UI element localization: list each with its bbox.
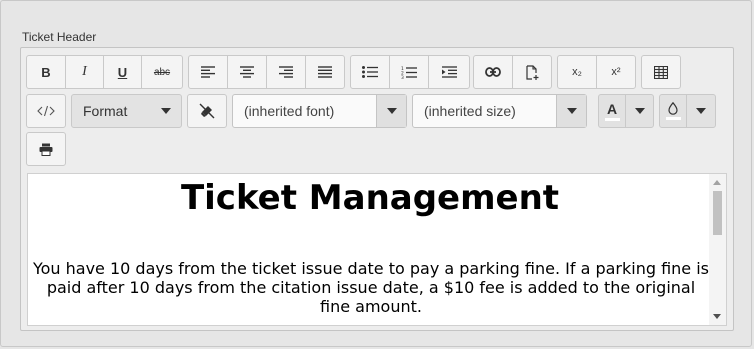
field-label: Ticket Header [22,30,97,44]
align-center-button[interactable] [227,55,267,89]
editor-content-area[interactable]: Ticket Management You have 10 days from … [27,173,727,326]
subscript-button[interactable]: x₂ [557,55,597,89]
chevron-down-icon [386,108,397,114]
font-color-button[interactable]: A [599,95,626,127]
align-left-button[interactable] [188,55,228,89]
font-color-dropdown[interactable] [626,95,653,127]
indent-icon [441,66,457,78]
fill-color-dropdown[interactable] [687,95,714,127]
font-family-dropdown-arrow[interactable] [376,95,406,127]
underline-button[interactable]: U [103,55,142,89]
justify-icon [318,66,332,78]
scroll-down-arrow-icon[interactable] [713,314,721,319]
svg-text:3: 3 [401,75,404,79]
font-size-dropdown-arrow[interactable] [556,95,586,127]
link-icon [485,67,501,77]
indent-button[interactable] [428,55,470,89]
fill-color-button[interactable] [660,95,687,127]
bullet-list-icon [362,66,378,78]
strikethrough-button[interactable]: abc [141,55,183,89]
align-center-icon [240,66,254,78]
print-button[interactable] [26,132,66,166]
chevron-down-icon [161,108,171,114]
chevron-down-icon [634,108,645,114]
fill-color-swatch [665,117,681,120]
bold-button[interactable]: B [26,55,66,89]
font-family-value: (inherited font) [244,103,335,119]
insert-table-button[interactable] [641,55,681,89]
rich-text-editor: B I U abc 123 x₂ x² Format (inherited fo… [20,47,734,331]
source-code-button[interactable] [26,94,66,128]
align-right-button[interactable] [266,55,306,89]
clear-format-button[interactable] [187,94,227,128]
superscript-button[interactable]: x² [596,55,636,89]
fill-color-picker[interactable] [659,94,716,128]
numbered-list-button[interactable]: 123 [389,55,429,89]
bullet-list-button[interactable] [350,55,390,89]
numbered-list-icon: 123 [401,66,417,79]
align-right-icon [279,66,293,78]
font-color-swatch [604,117,620,121]
insert-file-button[interactable] [512,55,552,89]
font-size-value: (inherited size) [424,103,516,119]
align-left-icon [201,66,215,78]
format-label: Format [83,103,128,119]
scroll-up-arrow-icon[interactable] [713,180,721,185]
font-color-icon: A [606,100,618,117]
chevron-down-icon [566,108,577,114]
justify-button[interactable] [305,55,345,89]
insert-file-icon [525,64,538,80]
clear-format-icon [199,103,215,119]
document-paragraph: You have 10 days from the ticket issue d… [32,259,710,316]
print-icon [39,143,53,156]
chevron-down-icon [695,108,706,114]
font-size-select[interactable]: (inherited size) [412,94,587,128]
vertical-scrollbar[interactable] [709,174,726,325]
scrollbar-thumb[interactable] [713,191,722,235]
editor-panel: Ticket Header B I U abc 123 x₂ x² Format… [0,0,752,347]
font-family-select[interactable]: (inherited font) [232,94,407,128]
source-code-icon [37,105,55,117]
link-button[interactable] [473,55,513,89]
format-dropdown[interactable]: Format [71,94,182,128]
document-heading: Ticket Management [180,178,560,218]
table-icon [654,65,668,79]
fill-color-icon [668,102,678,115]
font-color-picker[interactable]: A [598,94,654,128]
italic-button[interactable]: I [65,55,104,89]
